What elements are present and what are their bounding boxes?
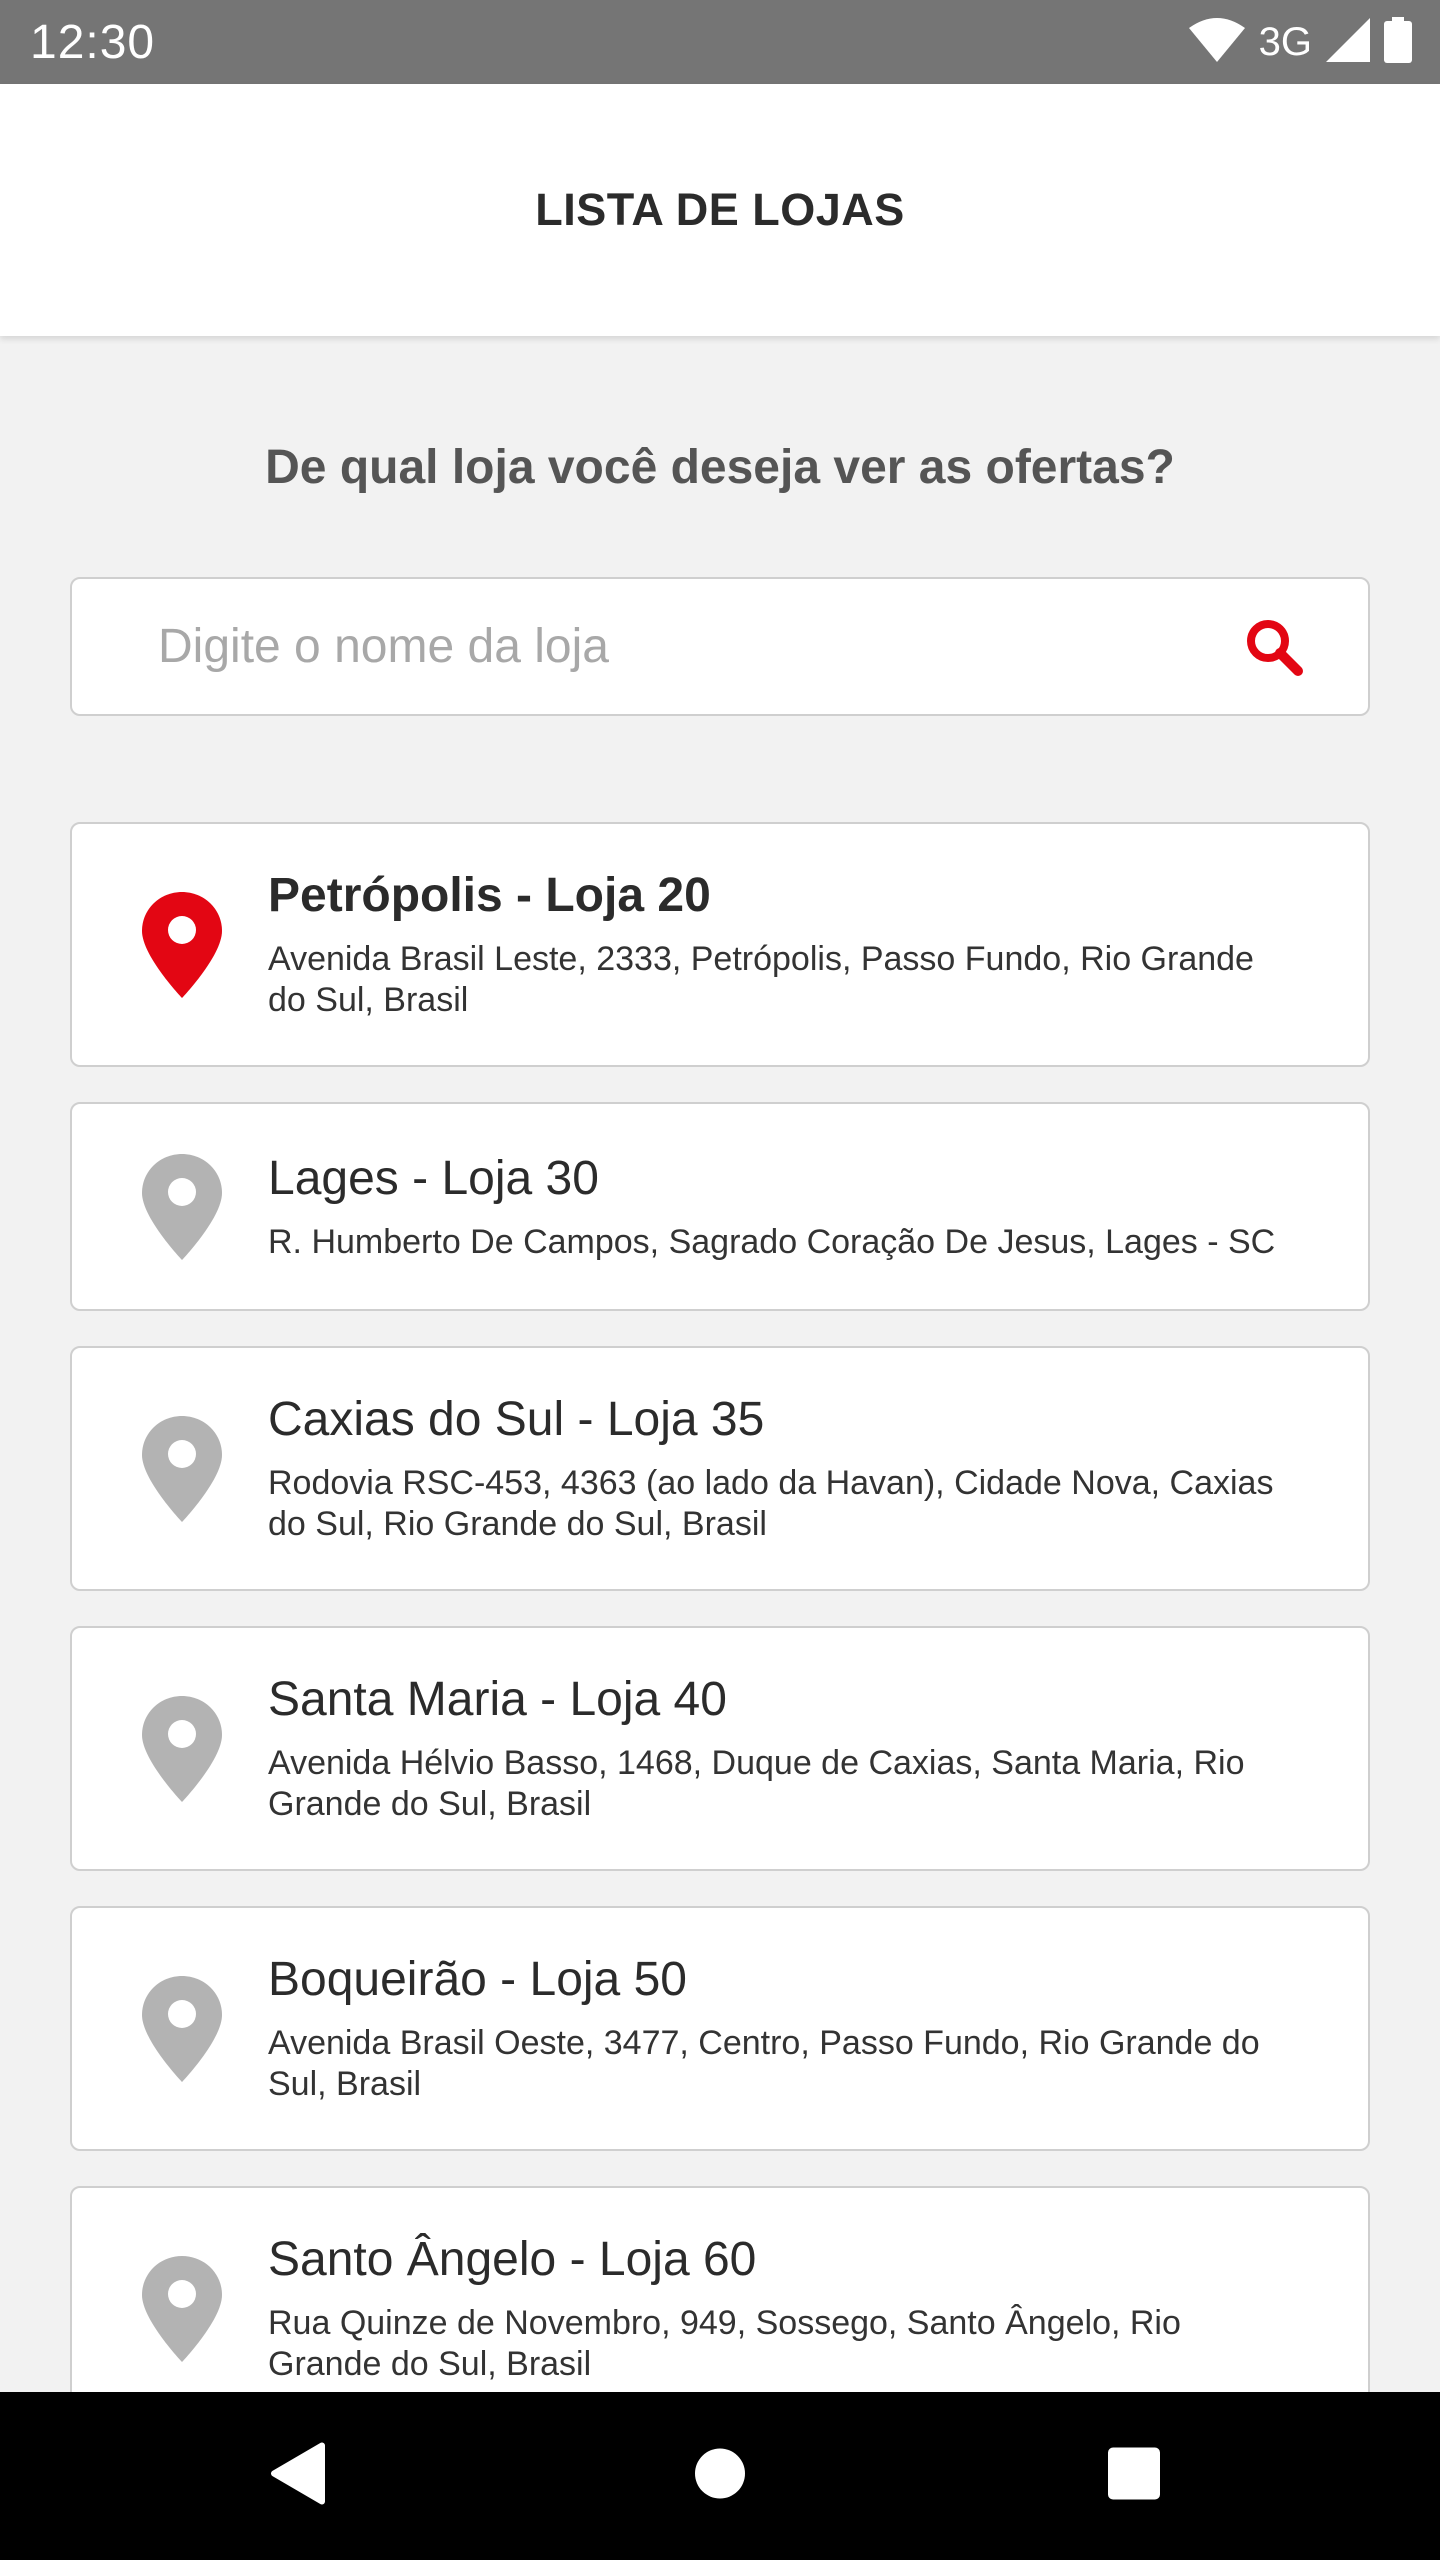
- location-pin-icon: [142, 891, 222, 998]
- store-address: Rua Quinze de Novembro, 949, Sossego, Sa…: [268, 2304, 1181, 2384]
- store-address: Rodovia RSC-453, 4363 (ao lado da Havan)…: [268, 1464, 1274, 1544]
- store-name: Santo Ângelo - Loja 60: [268, 2233, 757, 2287]
- store-card[interactable]: Caxias do Sul - Loja 35 Rodovia RSC-453,…: [70, 1346, 1370, 1591]
- store-question: De qual loja você deseja ver as ofertas?: [265, 441, 1175, 494]
- home-icon[interactable]: [694, 2448, 746, 2505]
- store-address: Avenida Brasil Oeste, 3477, Centro, Pass…: [268, 2024, 1260, 2104]
- page-title: LISTA DE LOJAS: [535, 184, 905, 235]
- location-pin-icon: [142, 1153, 222, 1260]
- store-card[interactable]: Santo Ângelo - Loja 60 Rua Quinze de Nov…: [70, 2186, 1370, 2392]
- search-icon[interactable]: [1244, 617, 1304, 677]
- network-type-label: 3G: [1258, 19, 1312, 64]
- store-address: R. Humberto De Campos, Sagrado Coração D…: [268, 1222, 1276, 1261]
- location-pin-icon: [142, 1415, 222, 1522]
- search-input[interactable]: [158, 619, 1244, 674]
- battery-icon: [1384, 16, 1412, 68]
- status-bar: 12:30 3G: [0, 0, 1440, 84]
- location-pin-icon: [142, 1975, 222, 2082]
- system-nav-bar: [0, 2392, 1440, 2560]
- store-name: Lages - Loja 30: [268, 1151, 599, 1205]
- location-pin-icon: [142, 2255, 222, 2362]
- store-card[interactable]: Lages - Loja 30 R. Humberto De Campos, S…: [70, 1102, 1370, 1311]
- store-card[interactable]: Petrópolis - Loja 20 Avenida Brasil Lest…: [70, 822, 1370, 1067]
- store-name: Santa Maria - Loja 40: [268, 1673, 727, 1727]
- store-name: Petrópolis - Loja 20: [268, 869, 711, 923]
- store-address: Avenida Brasil Leste, 2333, Petrópolis, …: [268, 940, 1254, 1020]
- wifi-icon: [1188, 17, 1245, 67]
- store-card[interactable]: Boqueirão - Loja 50 Avenida Brasil Oeste…: [70, 1906, 1370, 2151]
- status-icons: 3G: [1188, 16, 1412, 68]
- cellular-signal-icon: [1326, 17, 1370, 67]
- status-time: 12:30: [30, 15, 156, 69]
- app-header: LISTA DE LOJAS: [0, 84, 1440, 336]
- recents-icon[interactable]: [1108, 2447, 1160, 2505]
- store-card[interactable]: Santa Maria - Loja 40 Avenida Hélvio Bas…: [70, 1626, 1370, 1871]
- store-name: Caxias do Sul - Loja 35: [268, 1393, 765, 1447]
- search-box: [70, 577, 1370, 716]
- store-name: Boqueirão - Loja 50: [268, 1953, 687, 2007]
- store-address: Avenida Hélvio Basso, 1468, Duque de Cax…: [268, 1744, 1245, 1824]
- store-list: Petrópolis - Loja 20 Avenida Brasil Lest…: [70, 822, 1370, 2392]
- back-icon[interactable]: [268, 2442, 328, 2511]
- location-pin-icon: [142, 1695, 222, 1802]
